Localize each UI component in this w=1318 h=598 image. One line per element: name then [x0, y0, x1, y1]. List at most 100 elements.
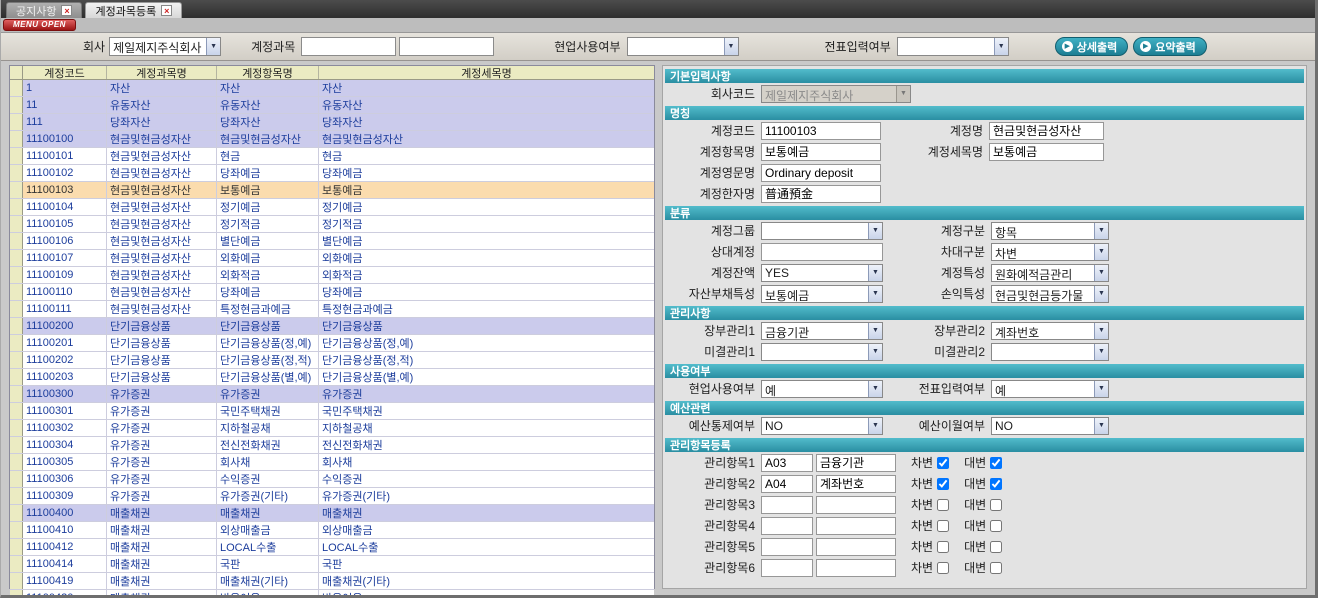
budget-control-select[interactable]: NO ▼	[761, 417, 883, 435]
slip-filter-select[interactable]: ▼	[897, 37, 1009, 56]
slip-entry-select[interactable]: 예 ▼	[991, 380, 1109, 398]
close-icon[interactable]: ×	[161, 5, 172, 16]
mgmt-item-name-input[interactable]	[816, 454, 896, 472]
cell-detail: 유가증권	[319, 386, 654, 402]
mgmt-item-code-input[interactable]	[761, 475, 813, 493]
dc-class-select[interactable]: 차변 ▼	[991, 243, 1109, 261]
credit-checkbox[interactable]	[990, 562, 1002, 574]
ledger2-select[interactable]: 계좌번호 ▼	[991, 322, 1109, 340]
menu-open-button[interactable]: MENU OPEN	[3, 19, 76, 31]
summary-print-button[interactable]: ▶ 요약출력	[1133, 37, 1206, 56]
cell-item: 유가증권(기타)	[217, 488, 319, 504]
debit-checkbox[interactable]	[937, 562, 949, 574]
mgmt-item-name-input[interactable]	[816, 559, 896, 577]
table-row[interactable]: 11100100현금및현금성자산현금및현금성자산현금및현금성자산	[10, 131, 654, 148]
detail-print-button[interactable]: ▶ 상세출력	[1055, 37, 1128, 56]
mgmt-item-code-input[interactable]	[761, 517, 813, 535]
ledger1-select[interactable]: 금융기관 ▼	[761, 322, 883, 340]
table-row[interactable]: 11100202단기금융상품단기금융상품(정,적)단기금융상품(정,적)	[10, 352, 654, 369]
cell-item: 외화예금	[217, 250, 319, 266]
table-row[interactable]: 11100101현금및현금성자산현금현금	[10, 148, 654, 165]
table-row[interactable]: 11100107현금및현금성자산외화예금외화예금	[10, 250, 654, 267]
mgmt-item-code-input[interactable]	[761, 538, 813, 556]
profit-loss-char-select[interactable]: 현금및현금등가물 ▼	[991, 285, 1109, 303]
credit-checkbox[interactable]	[990, 499, 1002, 511]
close-icon[interactable]: ×	[61, 5, 72, 16]
table-row[interactable]: 11100419매출채권매출채권(기타)매출채권(기타)	[10, 573, 654, 590]
english-name-field[interactable]	[761, 164, 881, 182]
table-row-selected[interactable]: 11100103현금및현금성자산보통예금보통예금	[10, 182, 654, 199]
row-selector	[10, 505, 23, 521]
table-row[interactable]: 11100301유가증권국민주택채권국민주택채권	[10, 403, 654, 420]
table-row[interactable]: 11100305유가증권회사채회사채	[10, 454, 654, 471]
budget-carryover-select[interactable]: NO ▼	[991, 417, 1109, 435]
item-name-field[interactable]	[761, 143, 881, 161]
cell-detail: 정기적금	[319, 216, 654, 232]
mgmt-item-code-input[interactable]	[761, 559, 813, 577]
table-row[interactable]: 11100302유가증권지하철공채지하철공채	[10, 420, 654, 437]
account-char-select[interactable]: 원화예적금관리 ▼	[991, 264, 1109, 282]
company-select[interactable]: 제일제지주식회사 ▼	[109, 37, 221, 56]
table-row[interactable]: 11100306유가증권수익증권수익증권	[10, 471, 654, 488]
table-row[interactable]: 11100203단기금융상품단기금융상품(별,예)단기금융상품(별,예)	[10, 369, 654, 386]
account-code-field[interactable]	[761, 122, 881, 140]
account-class-select[interactable]: 항목 ▼	[991, 222, 1109, 240]
table-row[interactable]: 11100104현금및현금성자산정기예금정기예금	[10, 199, 654, 216]
table-row[interactable]: 11100300유가증권유가증권유가증권	[10, 386, 654, 403]
chevron-down-icon: ▼	[1094, 223, 1108, 239]
debit-checkbox[interactable]	[937, 520, 949, 532]
table-row[interactable]: 11100400매출채권매출채권매출채권	[10, 505, 654, 522]
mgmt-item-code-input[interactable]	[761, 454, 813, 472]
table-row[interactable]: 11유동자산유동자산유동자산	[10, 97, 654, 114]
field-usage-select[interactable]: 예 ▼	[761, 380, 883, 398]
account-code-search-input[interactable]	[301, 37, 396, 56]
credit-checkbox[interactable]	[990, 520, 1002, 532]
debit-checkbox[interactable]	[937, 457, 949, 469]
pending1-select[interactable]: ▼	[761, 343, 883, 361]
table-row[interactable]: 11100420매출채권받을어음받을어음	[10, 590, 654, 598]
menu-strip: MENU OPEN	[1, 18, 1315, 33]
account-group-select[interactable]: ▼	[761, 222, 883, 240]
table-row[interactable]: 11100304유가증권전신전화채권전신전화채권	[10, 437, 654, 454]
mgmt-item-name-input[interactable]	[816, 496, 896, 514]
profit-loss-char-label: 손익특성	[883, 285, 991, 302]
mgmt-item-name-input[interactable]	[816, 517, 896, 535]
hanja-name-field[interactable]	[761, 185, 881, 203]
table-row[interactable]: 11100111현금및현금성자산특정현금과예금특정현금과예금	[10, 301, 654, 318]
credit-checkbox[interactable]	[990, 541, 1002, 553]
table-row[interactable]: 11100110현금및현금성자산당좌예금당좌예금	[10, 284, 654, 301]
detail-name-field[interactable]	[989, 143, 1104, 161]
table-row[interactable]: 11100200단기금융상품단기금융상품단기금융상품	[10, 318, 654, 335]
usage-filter-select[interactable]: ▼	[627, 37, 739, 56]
account-name-search-input[interactable]	[399, 37, 494, 56]
debit-checkbox[interactable]	[937, 499, 949, 511]
mgmt-item-code-input[interactable]	[761, 496, 813, 514]
credit-checkbox[interactable]	[990, 478, 1002, 490]
debit-checkbox[interactable]	[937, 478, 949, 490]
debit-checkbox[interactable]	[937, 541, 949, 553]
section-header-mgmt: 관리사항	[665, 306, 1304, 320]
pending2-select[interactable]: ▼	[991, 343, 1109, 361]
tab-notice[interactable]: 공지사항 ×	[6, 2, 82, 18]
table-row[interactable]: 11100106현금및현금성자산별단예금별단예금	[10, 233, 654, 250]
account-name-field[interactable]	[989, 122, 1104, 140]
table-row[interactable]: 11100105현금및현금성자산정기적금정기적금	[10, 216, 654, 233]
tab-account-registration[interactable]: 계정과목등록 ×	[85, 2, 182, 18]
table-row[interactable]: 11100309유가증권유가증권(기타)유가증권(기타)	[10, 488, 654, 505]
mgmt-item-name-input[interactable]	[816, 538, 896, 556]
account-balance-select[interactable]: YES ▼	[761, 264, 883, 282]
hanja-name-label: 계정한자명	[665, 185, 761, 202]
table-row[interactable]: 11100410매출채권외상매출금외상매출금	[10, 522, 654, 539]
credit-checkbox[interactable]	[990, 457, 1002, 469]
table-row[interactable]: 11100412매출채권LOCAL수출LOCAL수출	[10, 539, 654, 556]
asset-liability-char-select[interactable]: 보통예금 ▼	[761, 285, 883, 303]
mgmt-item-name-input[interactable]	[816, 475, 896, 493]
table-row[interactable]: 11100201단기금융상품단기금융상품(정,예)단기금융상품(정,예)	[10, 335, 654, 352]
table-row[interactable]: 11100109현금및현금성자산외화적금외화적금	[10, 267, 654, 284]
table-row[interactable]: 11100102현금및현금성자산당좌예금당좌예금	[10, 165, 654, 182]
row-selector	[10, 471, 23, 487]
table-row[interactable]: 111당좌자산당좌자산당좌자산	[10, 114, 654, 131]
table-row[interactable]: 11100414매출채권국판국판	[10, 556, 654, 573]
counter-account-field[interactable]	[761, 243, 883, 261]
table-row[interactable]: 1자산자산자산	[10, 80, 654, 97]
